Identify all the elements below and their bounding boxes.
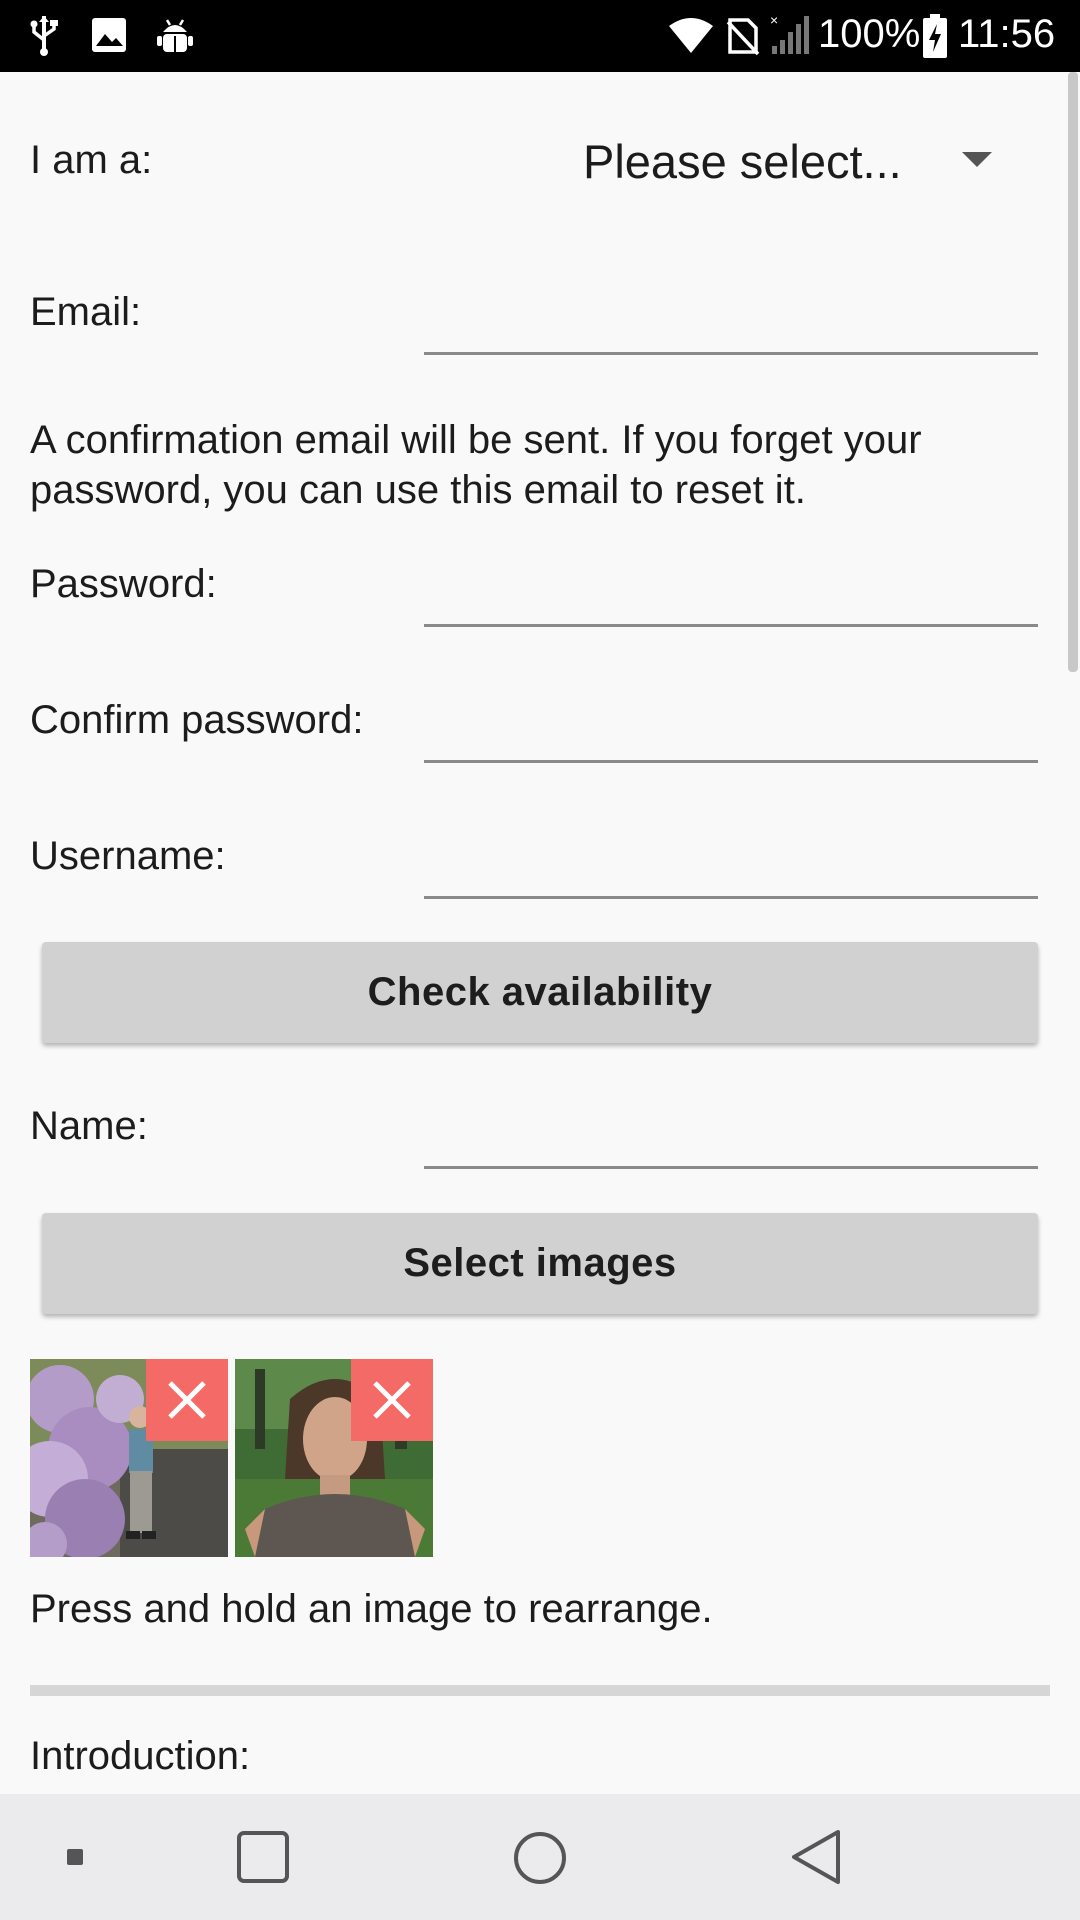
name-label: Name: [30, 1104, 148, 1148]
select-images-button[interactable]: Select images [42, 1213, 1038, 1314]
close-icon [373, 1381, 411, 1419]
password-label: Password: [30, 562, 217, 606]
remove-image-2-button[interactable] [351, 1359, 433, 1441]
menu-dot-button[interactable] [56, 1838, 94, 1881]
confirm-password-label: Confirm password: [30, 698, 364, 742]
no-sim-icon [726, 18, 760, 56]
password-field[interactable] [424, 540, 1038, 630]
name-field[interactable] [424, 1082, 1038, 1172]
email-label: Email: [30, 290, 142, 334]
home-circle-icon [514, 1832, 566, 1884]
recents-square-icon [237, 1831, 289, 1883]
navigation-bar [0, 1794, 1080, 1920]
image-icon [92, 18, 126, 52]
password-field-underline [424, 624, 1038, 627]
role-spinner[interactable]: Please select... [560, 112, 1040, 212]
username-label: Username: [30, 834, 226, 878]
signal-icon: × [770, 12, 809, 54]
confirm-password-field-underline [424, 760, 1038, 763]
registration-form: I am a: Please select... Email: A confir… [0, 72, 1080, 1794]
home-button[interactable] [512, 1830, 568, 1891]
rearrange-hint: Press and hold an image to rearrange. [30, 1587, 713, 1631]
username-field-underline [424, 896, 1038, 899]
battery-percent: 100% [818, 12, 921, 56]
remove-image-1-button[interactable] [146, 1359, 228, 1441]
image-thumbnail-2[interactable] [235, 1359, 433, 1557]
svg-text:×: × [770, 12, 778, 28]
clock: 11:56 [958, 12, 1056, 56]
check-availability-button[interactable]: Check availability [42, 942, 1038, 1043]
scrollbar[interactable] [1068, 72, 1078, 672]
recents-button[interactable] [236, 1830, 290, 1889]
confirm-password-field[interactable] [424, 676, 1038, 766]
role-label: I am a: [30, 138, 153, 182]
email-field[interactable] [424, 268, 1038, 358]
status-bar: × 100% 11:56 [0, 0, 1080, 72]
battery-charging-icon [923, 14, 947, 58]
usb-icon [30, 16, 58, 56]
name-field-underline [424, 1166, 1038, 1169]
introduction-label: Introduction: [30, 1734, 251, 1778]
close-icon [168, 1381, 206, 1419]
dropdown-arrow-icon [962, 152, 992, 167]
divider [30, 1685, 1050, 1696]
back-triangle-icon [792, 1830, 840, 1884]
username-field[interactable] [424, 812, 1038, 902]
back-button[interactable] [788, 1828, 844, 1891]
menu-dot-icon [67, 1849, 83, 1865]
image-thumbnail-1[interactable] [30, 1359, 228, 1557]
wifi-icon [669, 18, 713, 53]
role-spinner-value: Please select... [583, 135, 902, 188]
email-field-underline [424, 352, 1038, 355]
android-debug-icon [157, 19, 193, 52]
email-info-text: A confirmation email will be sent. If yo… [30, 418, 922, 512]
